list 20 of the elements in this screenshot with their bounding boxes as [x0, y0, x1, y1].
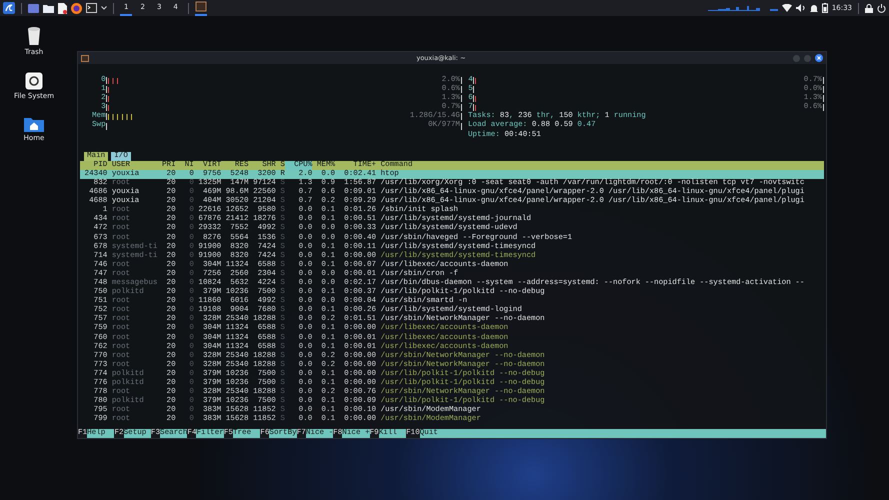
terminal-icon[interactable] [86, 3, 97, 13]
bell-icon[interactable] [810, 4, 818, 12]
window-task-icon[interactable] [194, 0, 207, 16]
network-graph-drawing [708, 5, 778, 11]
volume-icon[interactable] [796, 4, 806, 12]
chevron-down-icon[interactable] [101, 6, 107, 10]
terminal-icon [81, 54, 89, 62]
trash-icon[interactable] [26, 26, 42, 46]
desktop-icon[interactable] [28, 4, 39, 12]
drive-icon[interactable] [24, 72, 43, 90]
browser-icon[interactable] [71, 2, 82, 14]
home-folder-icon[interactable] [24, 116, 44, 132]
battery-icon[interactable] [822, 3, 828, 13]
folder-icon[interactable] [43, 4, 54, 12]
dragon-logo-icon[interactable] [3, 2, 15, 14]
close-icon[interactable] [815, 54, 823, 62]
lock-icon[interactable] [865, 4, 873, 12]
wifi-icon[interactable] [782, 4, 792, 12]
power-icon[interactable] [877, 4, 886, 12]
text-editor-icon[interactable] [58, 2, 67, 14]
